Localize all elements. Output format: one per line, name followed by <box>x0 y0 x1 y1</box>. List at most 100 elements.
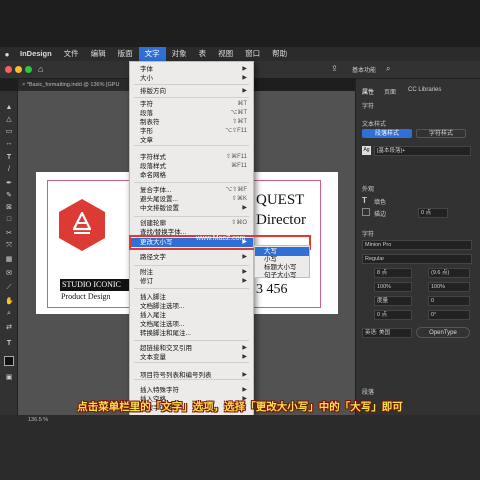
window-minimize-button[interactable] <box>15 66 22 73</box>
type-menu-item[interactable]: 文章 <box>130 136 253 145</box>
selection-tool-icon[interactable]: ▲ <box>5 104 13 112</box>
menu-view[interactable]: 视图 <box>212 47 239 61</box>
page-tool-icon[interactable]: ▭ <box>5 128 13 136</box>
baseline-shift-field[interactable]: 0 点 <box>374 310 412 320</box>
type-menu-item[interactable]: 路径文字 ▶ <box>130 253 253 262</box>
type-menu-item[interactable]: 大小 ▶ <box>130 74 253 83</box>
type-menu-item[interactable]: 文档尾注选项... <box>130 320 253 329</box>
note-tool-icon[interactable]: ✉ <box>5 270 13 278</box>
type-menu-item[interactable]: 插入特殊字符 ▶ <box>130 386 253 395</box>
app-name-menu[interactable]: InDesign <box>14 47 58 61</box>
type-menu-item[interactable]: 排版方向 ▶ <box>130 87 253 96</box>
window-zoom-button[interactable] <box>25 66 32 73</box>
paragraph-styles-tab[interactable]: 段落样式 <box>362 129 412 138</box>
fill-swatch[interactable] <box>4 356 14 366</box>
type-menu-item[interactable]: 超链接和交叉引用 ▶ <box>130 344 253 353</box>
type-tool-icon[interactable]: T <box>5 154 13 162</box>
view-mode-icon[interactable]: ▣ <box>5 374 13 382</box>
font-family-select[interactable]: Minion Pro <box>362 240 472 250</box>
menu-help[interactable]: 帮助 <box>266 47 293 61</box>
brand-name[interactable]: STUDIO ICONIC <box>60 279 132 291</box>
direct-selection-tool-icon[interactable]: △ <box>5 116 13 124</box>
type-menu-item[interactable]: 字符样式 ⇧⌘F11 <box>130 153 253 162</box>
search-icon[interactable]: ⌕ <box>386 64 390 74</box>
eyedropper-tool-icon[interactable]: ⟋ <box>5 284 13 292</box>
tab-pages[interactable]: 页面 <box>384 87 396 96</box>
type-menu-item[interactable]: 字符 ⌘T <box>130 100 253 109</box>
type-menu-item[interactable]: 制表符 ⇧⌘T <box>130 118 253 127</box>
type-menu-item[interactable]: 中文排版设置 ▶ <box>130 204 253 213</box>
horizontal-scale-field[interactable]: 100% <box>428 282 470 292</box>
type-menu-item[interactable]: 字形 ⌥⇧F11 <box>130 127 253 136</box>
type-menu-item[interactable]: 避头尾设置... ⇧⌘K <box>130 195 253 204</box>
menu-edit[interactable]: 编辑 <box>85 47 112 61</box>
type-menu-item[interactable]: 插入尾注 <box>130 311 253 320</box>
menu-table[interactable]: 表 <box>193 47 213 61</box>
document-tab[interactable]: × *Basic_formatting.indd @ 136% [GPU <box>18 79 130 91</box>
hand-tool-icon[interactable]: ✋ <box>5 298 14 306</box>
type-menu-item[interactable]: 命名网格 <box>130 171 253 180</box>
name-text[interactable]: QUEST <box>256 192 304 209</box>
zoom-level[interactable]: 136.5 % <box>28 417 48 423</box>
line-tool-icon[interactable]: / <box>5 166 13 174</box>
window-close-button[interactable] <box>5 66 12 73</box>
menu-file[interactable]: 文件 <box>58 47 85 61</box>
vertical-scale-field[interactable]: 100% <box>374 282 412 292</box>
brand-tagline[interactable]: Product Design <box>61 292 111 301</box>
apple-icon[interactable]: ● <box>0 50 14 59</box>
pencil-tool-icon[interactable]: ✎ <box>5 192 13 200</box>
type-menu-item[interactable]: 转换脚注和尾注... <box>130 329 253 338</box>
type-menu-item[interactable]: 修订 ▶ <box>130 277 253 286</box>
fill-icon[interactable]: T <box>362 196 367 205</box>
menu-window[interactable]: 窗口 <box>239 47 266 61</box>
gap-tool-icon[interactable]: ↔ <box>5 140 13 148</box>
mac-menu-bar: ● InDesign 文件 编辑 版面 文字 对象 表 视图 窗口 帮助 <box>0 47 480 61</box>
gradient-tool-icon[interactable]: ▦ <box>5 256 13 264</box>
type-menu-item[interactable]: 文本变量 ▶ <box>130 353 253 362</box>
type-menu-item[interactable]: 附注 ▶ <box>130 268 253 277</box>
type-menu-item[interactable]: 插入脚注 <box>130 293 253 302</box>
type-menu-item[interactable]: 段落样式 ⌘F11 <box>130 162 253 171</box>
share-icon[interactable]: ⇪ <box>331 64 338 73</box>
menu-item-label: 转换脚注和尾注... <box>140 330 191 337</box>
type-menu-item[interactable]: 段落 ⌥⌘T <box>130 109 253 118</box>
submenu-arrow-icon: ▶ <box>242 66 247 72</box>
menu-layout[interactable]: 版面 <box>112 47 139 61</box>
scissors-tool-icon[interactable]: ✂ <box>5 230 13 238</box>
phone-text[interactable]: 3 456 <box>256 282 288 298</box>
character-styles-tab[interactable]: 字符样式 <box>416 129 466 138</box>
free-transform-tool-icon[interactable]: ⤧ <box>5 242 13 250</box>
type-menu-item[interactable]: 创建轮廓 ⇧⌘O <box>130 219 253 228</box>
submenu-arrow-icon: ▶ <box>242 205 247 211</box>
opentype-button[interactable]: OpenType <box>416 327 470 338</box>
pen-tool-icon[interactable]: ✒ <box>5 180 13 188</box>
leading-field[interactable]: (9.6 点) <box>428 268 470 278</box>
kerning-field[interactable]: 度量 <box>374 296 412 306</box>
workspace-switcher[interactable]: 基本功能 <box>352 65 376 74</box>
skew-field[interactable]: 0° <box>428 310 470 320</box>
paragraph-style-select[interactable]: [基本段落]+ <box>374 146 471 156</box>
rectangle-frame-tool-icon[interactable]: ⊠ <box>5 204 13 212</box>
font-size-field[interactable]: 8 点 <box>374 268 412 278</box>
rectangle-tool-icon[interactable]: □ <box>5 216 13 224</box>
type-menu-item[interactable]: 字体 ▶ <box>130 65 253 74</box>
menu-object[interactable]: 对象 <box>166 47 193 61</box>
tracking-field[interactable]: 0 <box>428 296 470 306</box>
zoom-tool-icon[interactable]: ⌕ <box>5 310 13 318</box>
language-select[interactable]: 英语: 美国 <box>362 328 412 338</box>
role-text[interactable]: Director <box>256 212 306 229</box>
type-menu-item[interactable]: 文档脚注选项... <box>130 302 253 311</box>
formatting-text-icon[interactable]: T <box>5 340 13 348</box>
stroke-weight-field[interactable]: 0 点 <box>418 208 448 218</box>
home-icon[interactable]: ⌂ <box>38 64 43 74</box>
menu-type[interactable]: 文字 <box>138 47 166 61</box>
fill-stroke-swap-icon[interactable]: ⇄ <box>5 324 13 332</box>
type-menu-item[interactable]: 项目符号列表和编号列表 ▶ <box>130 371 253 380</box>
tab-properties[interactable]: 属性 <box>362 87 374 96</box>
change-case-option[interactable]: 句子大小写 <box>255 271 309 280</box>
font-style-select[interactable]: Regular <box>362 254 472 264</box>
stroke-icon[interactable] <box>362 208 370 216</box>
type-menu-item[interactable]: 复合字体... ⌥⇧⌘F <box>130 186 253 195</box>
bottom-background <box>0 426 480 480</box>
tab-cc-libraries[interactable]: CC Libraries <box>408 87 441 93</box>
